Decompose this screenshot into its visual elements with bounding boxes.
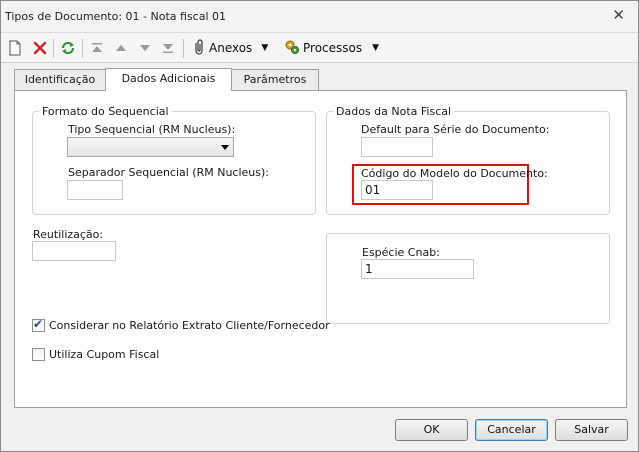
tab-dados-adicionais[interactable]: Dados Adicionais <box>105 68 232 91</box>
window-title: Tipos de Documento: 01 - Nota fiscal 01 <box>5 10 227 23</box>
utiliza-cupom-checkbox-row[interactable]: Utiliza Cupom Fiscal <box>32 348 159 361</box>
toolbar-separator <box>82 39 83 58</box>
utiliza-cupom-label: Utiliza Cupom Fiscal <box>49 348 160 361</box>
group-title: Formato do Sequencial <box>39 105 172 118</box>
default-serie-label: Default para Série do Documento: <box>361 123 550 136</box>
reutilizacao-input[interactable] <box>32 241 116 261</box>
processos-label: Processos <box>303 41 363 55</box>
especie-cnab-input[interactable]: 1 <box>361 259 474 279</box>
dialog-window: Tipos de Documento: 01 - Nota fiscal 01 … <box>0 0 639 452</box>
considerar-relatorio-label: Considerar no Relatório Extrato Cliente/… <box>49 319 330 332</box>
chevron-down-icon <box>221 145 229 150</box>
gears-icon <box>284 39 300 58</box>
chevron-down-icon: ▼ <box>372 43 380 53</box>
tab-identificacao[interactable]: Identificação <box>14 69 106 90</box>
tipo-sequencial-label: Tipo Sequencial (RM Nucleus): <box>68 123 236 136</box>
default-serie-input[interactable] <box>361 137 433 157</box>
ok-button[interactable]: OK <box>395 419 468 441</box>
especie-cnab-label: Espécie Cnab: <box>362 246 440 259</box>
first-record-icon[interactable] <box>90 39 104 57</box>
separador-sequencial-label: Separador Sequencial (RM Nucleus): <box>68 166 270 179</box>
utiliza-cupom-checkbox[interactable] <box>32 348 45 361</box>
chevron-down-icon: ▼ <box>261 43 269 53</box>
codigo-modelo-label: Código do Modelo do Documento: <box>361 167 548 180</box>
anexos-label: Anexos <box>209 41 253 55</box>
tab-parametros[interactable]: Parâmetros <box>231 69 319 90</box>
group-title: Dados da Nota Fiscal <box>333 105 455 118</box>
toolbar-separator <box>183 39 184 58</box>
cancelar-button[interactable]: Cancelar <box>475 419 548 441</box>
tab-panel: Formato do Sequencial Tipo Sequencial (R… <box>14 90 627 408</box>
delete-icon[interactable] <box>33 39 47 57</box>
considerar-relatorio-checkbox[interactable]: ✔ <box>32 317 45 332</box>
salvar-button[interactable]: Salvar <box>555 419 628 441</box>
paperclip-icon <box>192 38 206 58</box>
new-document-icon[interactable] <box>8 39 22 57</box>
processos-menu-button[interactable]: Processos ▼ <box>284 39 379 57</box>
refresh-icon[interactable] <box>60 39 76 57</box>
title-bar: Tipos de Documento: 01 - Nota fiscal 01 … <box>1 1 638 31</box>
reutilizacao-label: Reutilização: <box>33 228 104 241</box>
next-record-icon[interactable] <box>138 39 152 57</box>
considerar-relatorio-checkbox-row[interactable]: ✔ Considerar no Relatório Extrato Client… <box>32 317 330 332</box>
last-record-icon[interactable] <box>161 39 175 57</box>
separador-sequencial-input[interactable] <box>67 180 123 200</box>
close-icon[interactable]: ✕ <box>612 7 625 23</box>
codigo-modelo-input[interactable]: 01 <box>361 180 433 200</box>
checkmark-icon: ✔ <box>33 317 44 331</box>
previous-record-icon[interactable] <box>114 39 128 57</box>
toolbar: Anexos ▼ Processos ▼ <box>1 32 638 63</box>
anexos-menu-button[interactable]: Anexos ▼ <box>192 38 269 58</box>
toolbar-separator <box>53 39 54 58</box>
tipo-sequencial-select[interactable] <box>67 137 234 157</box>
